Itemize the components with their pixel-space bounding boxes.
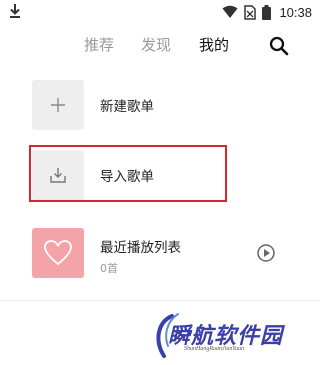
download-icon [10,4,20,18]
plus-icon [51,98,65,112]
import-playlist-label: 导入歌单 [100,169,154,185]
watermark-subtitle: ShunHangRuanJianYuan [184,346,245,352]
new-playlist-thumb [32,80,84,130]
recent-playlist-label: 最近播放列表 [100,240,181,256]
status-icons: 10:38 [222,2,312,22]
tab-mine[interactable]: 我的 [199,32,229,58]
status-time: 10:38 [279,4,312,20]
recent-playlist-row[interactable]: 最近播放列表 0首 [32,228,292,278]
wifi-icon [222,5,238,18]
search-icon[interactable] [268,35,290,57]
no-sim-icon [244,4,257,20]
recent-playlist-count: 0首 [100,262,118,275]
tab-discover[interactable]: 发现 [141,32,171,58]
heart-icon [44,240,72,266]
new-playlist-label: 新建歌单 [100,99,154,115]
status-bar: 10:38 [0,0,320,24]
recent-playlist-thumb [32,228,84,278]
watermark-logo: 瞬航软件园 ShunHangRuanJianYuan [150,312,320,360]
tab-recommend[interactable]: 推荐 [84,32,114,58]
import-icon [50,168,66,183]
battery-icon [262,4,272,20]
import-playlist-row[interactable]: 导入歌单 [32,150,292,200]
play-icon[interactable] [256,243,276,263]
import-playlist-thumb [32,150,84,200]
new-playlist-row[interactable]: 新建歌单 [32,80,292,130]
divider [0,300,320,301]
